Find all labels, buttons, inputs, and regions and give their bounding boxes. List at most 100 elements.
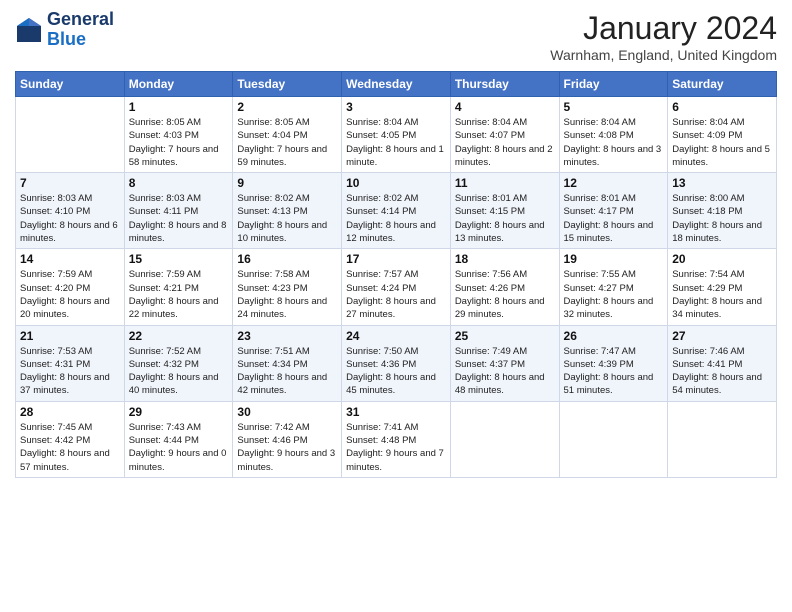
month-year: January 2024 [550, 10, 777, 47]
day-number: 9 [237, 176, 337, 190]
day-cell: 6Sunrise: 8:04 AMSunset: 4:09 PMDaylight… [668, 97, 777, 173]
day-number: 23 [237, 329, 337, 343]
logo-line2: Blue [47, 30, 114, 50]
day-number: 24 [346, 329, 446, 343]
day-cell: 31 Sunrise: 7:41 AMSunset: 4:48 PMDayligh… [342, 401, 451, 477]
day-cell: 22Sunrise: 7:52 AMSunset: 4:32 PMDayligh… [124, 325, 233, 401]
day-info: Sunrise: 7:46 AMSunset: 4:41 PMDaylight:… [672, 345, 772, 398]
weekday-header-friday: Friday [559, 72, 668, 97]
day-cell: 21 Sunrise: 7:53 AMSunset: 4:31 PMDayligh… [16, 325, 125, 401]
day-number: 13 [672, 176, 772, 190]
day-cell: 19 Sunrise: 7:55 AMSunset: 4:27 PMDayligh… [559, 249, 668, 325]
day-number: 28 [20, 405, 120, 419]
day-info: Sunrise: 7:50 AMSunset: 4:36 PMDaylight:… [346, 345, 446, 398]
day-cell: 12 Sunrise: 8:01 AMSunset: 4:17 PMDayligh… [559, 173, 668, 249]
day-info: Sunrise: 8:01 AMSunset: 4:17 PMDaylight:… [564, 192, 664, 245]
day-cell: 10Sunrise: 8:02 AMSunset: 4:14 PMDayligh… [342, 173, 451, 249]
day-info: Sunrise: 8:05 AMSunset: 4:04 PMDaylight:… [237, 116, 337, 169]
day-cell: 3 Sunrise: 8:04 AMSunset: 4:05 PMDaylight… [342, 97, 451, 173]
day-info: Sunrise: 8:03 AMSunset: 4:11 PMDaylight:… [129, 192, 229, 245]
day-number: 11 [455, 176, 555, 190]
day-cell: 20Sunrise: 7:54 AMSunset: 4:29 PMDayligh… [668, 249, 777, 325]
day-info: Sunrise: 7:47 AMSunset: 4:39 PMDaylight:… [564, 345, 664, 398]
day-cell: 25 Sunrise: 7:49 AMSunset: 4:37 PMDayligh… [450, 325, 559, 401]
location: Warnham, England, United Kingdom [550, 47, 777, 63]
day-cell [559, 401, 668, 477]
day-info: Sunrise: 7:59 AMSunset: 4:20 PMDaylight:… [20, 268, 120, 321]
day-info: Sunrise: 7:45 AMSunset: 4:42 PMDaylight:… [20, 421, 120, 474]
day-info: Sunrise: 8:04 AMSunset: 4:09 PMDaylight:… [672, 116, 772, 169]
day-cell: 30Sunrise: 7:42 AMSunset: 4:46 PMDayligh… [233, 401, 342, 477]
day-cell: 17 Sunrise: 7:57 AMSunset: 4:24 PMDayligh… [342, 249, 451, 325]
day-number: 17 [346, 252, 446, 266]
day-info: Sunrise: 7:41 AMSunset: 4:48 PMDaylight:… [346, 421, 446, 474]
day-info: Sunrise: 8:04 AMSunset: 4:07 PMDaylight:… [455, 116, 555, 169]
day-cell: 4Sunrise: 8:04 AMSunset: 4:07 PMDaylight… [450, 97, 559, 173]
day-cell: 18 Sunrise: 7:56 AMSunset: 4:26 PMDayligh… [450, 249, 559, 325]
day-number: 29 [129, 405, 229, 419]
day-number: 20 [672, 252, 772, 266]
week-row-5: 28 Sunrise: 7:45 AMSunset: 4:42 PMDayligh… [16, 401, 777, 477]
day-number: 1 [129, 100, 229, 114]
day-info: Sunrise: 7:43 AMSunset: 4:44 PMDaylight:… [129, 421, 229, 474]
day-cell: 14Sunrise: 7:59 AMSunset: 4:20 PMDayligh… [16, 249, 125, 325]
day-number: 2 [237, 100, 337, 114]
weekday-header-saturday: Saturday [668, 72, 777, 97]
week-row-3: 14Sunrise: 7:59 AMSunset: 4:20 PMDayligh… [16, 249, 777, 325]
day-info: Sunrise: 7:59 AMSunset: 4:21 PMDaylight:… [129, 268, 229, 321]
day-cell: 13 Sunrise: 8:00 AMSunset: 4:18 PMDayligh… [668, 173, 777, 249]
day-info: Sunrise: 8:04 AMSunset: 4:08 PMDaylight:… [564, 116, 664, 169]
day-cell: 15Sunrise: 7:59 AMSunset: 4:21 PMDayligh… [124, 249, 233, 325]
day-cell: 28 Sunrise: 7:45 AMSunset: 4:42 PMDayligh… [16, 401, 125, 477]
day-number: 30 [237, 405, 337, 419]
header: General Blue January 2024 Warnham, Engla… [15, 10, 777, 63]
day-number: 16 [237, 252, 337, 266]
day-cell: 2 Sunrise: 8:05 AMSunset: 4:04 PMDaylight… [233, 97, 342, 173]
day-cell: 1 Sunrise: 8:05 AMSunset: 4:03 PMDaylight… [124, 97, 233, 173]
day-cell: 29 Sunrise: 7:43 AMSunset: 4:44 PMDayligh… [124, 401, 233, 477]
day-info: Sunrise: 7:55 AMSunset: 4:27 PMDaylight:… [564, 268, 664, 321]
day-number: 22 [129, 329, 229, 343]
day-number: 8 [129, 176, 229, 190]
day-cell: 11Sunrise: 8:01 AMSunset: 4:15 PMDayligh… [450, 173, 559, 249]
day-info: Sunrise: 8:05 AMSunset: 4:03 PMDaylight:… [129, 116, 229, 169]
day-number: 21 [20, 329, 120, 343]
day-cell: 26Sunrise: 7:47 AMSunset: 4:39 PMDayligh… [559, 325, 668, 401]
day-number: 12 [564, 176, 664, 190]
day-cell: 8 Sunrise: 8:03 AMSunset: 4:11 PMDaylight… [124, 173, 233, 249]
day-number: 25 [455, 329, 555, 343]
day-cell: 5Sunrise: 8:04 AMSunset: 4:08 PMDaylight… [559, 97, 668, 173]
day-info: Sunrise: 7:53 AMSunset: 4:31 PMDaylight:… [20, 345, 120, 398]
weekday-header-monday: Monday [124, 72, 233, 97]
day-info: Sunrise: 7:51 AMSunset: 4:34 PMDaylight:… [237, 345, 337, 398]
logo: General Blue [15, 10, 114, 50]
day-number: 10 [346, 176, 446, 190]
day-info: Sunrise: 7:49 AMSunset: 4:37 PMDaylight:… [455, 345, 555, 398]
day-number: 19 [564, 252, 664, 266]
day-cell: 16 Sunrise: 7:58 AMSunset: 4:23 PMDayligh… [233, 249, 342, 325]
day-info: Sunrise: 7:57 AMSunset: 4:24 PMDaylight:… [346, 268, 446, 321]
day-info: Sunrise: 8:00 AMSunset: 4:18 PMDaylight:… [672, 192, 772, 245]
weekday-header-wednesday: Wednesday [342, 72, 451, 97]
week-row-4: 21 Sunrise: 7:53 AMSunset: 4:31 PMDayligh… [16, 325, 777, 401]
week-row-1: 1 Sunrise: 8:05 AMSunset: 4:03 PMDaylight… [16, 97, 777, 173]
day-info: Sunrise: 7:58 AMSunset: 4:23 PMDaylight:… [237, 268, 337, 321]
day-info: Sunrise: 8:04 AMSunset: 4:05 PMDaylight:… [346, 116, 446, 169]
day-number: 18 [455, 252, 555, 266]
weekday-header-sunday: Sunday [16, 72, 125, 97]
day-cell [16, 97, 125, 173]
day-info: Sunrise: 7:56 AMSunset: 4:26 PMDaylight:… [455, 268, 555, 321]
weekday-header-thursday: Thursday [450, 72, 559, 97]
day-cell [668, 401, 777, 477]
day-info: Sunrise: 8:02 AMSunset: 4:13 PMDaylight:… [237, 192, 337, 245]
day-cell: 9 Sunrise: 8:02 AMSunset: 4:13 PMDaylight… [233, 173, 342, 249]
day-number: 31 [346, 405, 446, 419]
logo-line1: General [47, 10, 114, 30]
page: General Blue January 2024 Warnham, Engla… [0, 0, 792, 612]
day-cell: 7Sunrise: 8:03 AMSunset: 4:10 PMDaylight… [16, 173, 125, 249]
weekday-header-row: SundayMondayTuesdayWednesdayThursdayFrid… [16, 72, 777, 97]
day-cell: 24 Sunrise: 7:50 AMSunset: 4:36 PMDayligh… [342, 325, 451, 401]
calendar-table: SundayMondayTuesdayWednesdayThursdayFrid… [15, 71, 777, 478]
day-cell [450, 401, 559, 477]
day-number: 3 [346, 100, 446, 114]
